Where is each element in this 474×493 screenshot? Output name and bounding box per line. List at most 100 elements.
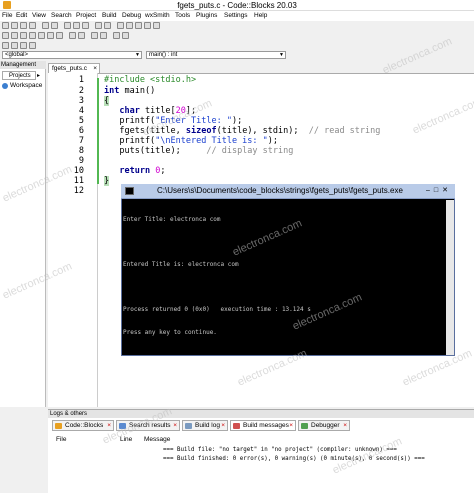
tab-build-messages[interactable]: Build messages × bbox=[230, 420, 296, 431]
line-number: 6 bbox=[78, 126, 84, 136]
window-title: fgets_puts.c - Code::Blocks 20.03 bbox=[177, 1, 297, 10]
close-icon[interactable]: × bbox=[173, 421, 177, 431]
save-icon[interactable] bbox=[20, 22, 27, 29]
tab-build-log[interactable]: Build log × bbox=[182, 420, 228, 431]
find-icon[interactable] bbox=[95, 22, 102, 29]
step-into-icon[interactable] bbox=[29, 32, 36, 39]
build-message[interactable]: === Build finished: 0 error(s), 0 warnin… bbox=[163, 456, 425, 462]
toolbar-debug bbox=[0, 31, 474, 40]
debugger-icon bbox=[301, 423, 308, 429]
change-bar bbox=[97, 78, 99, 184]
jump-back-icon[interactable] bbox=[20, 42, 27, 49]
console-line: Process returned 0 (0x0) execution time … bbox=[123, 306, 311, 313]
workspace-item[interactable]: Workspace bbox=[10, 82, 42, 89]
next-bookmark-icon[interactable] bbox=[11, 42, 18, 49]
menu-debug[interactable]: Debug bbox=[122, 11, 141, 21]
logs-header: Logs & others bbox=[48, 410, 474, 418]
line-number: 5 bbox=[78, 116, 84, 126]
close-icon[interactable]: × bbox=[93, 64, 97, 73]
workspace-icon bbox=[2, 83, 8, 89]
new-file-icon[interactable] bbox=[2, 22, 9, 29]
prev-bookmark-icon[interactable] bbox=[2, 42, 9, 49]
close-icon[interactable]: ✕ bbox=[442, 187, 452, 194]
minimize-icon[interactable]: – bbox=[426, 187, 434, 194]
match-brace-icon[interactable] bbox=[100, 32, 107, 39]
open-file-icon[interactable] bbox=[11, 22, 18, 29]
tab-projects[interactable]: Projects bbox=[2, 71, 36, 80]
replace-icon[interactable] bbox=[104, 22, 111, 29]
various-info-icon[interactable] bbox=[78, 32, 85, 39]
build-run-icon[interactable] bbox=[135, 22, 142, 29]
menu-plugins[interactable]: Plugins bbox=[196, 11, 217, 21]
codeblocks-icon bbox=[55, 423, 62, 429]
menu-project[interactable]: Project bbox=[76, 11, 96, 21]
build-log-icon bbox=[185, 423, 192, 429]
line-number: 12 bbox=[73, 186, 84, 196]
column-message[interactable]: Message bbox=[144, 436, 170, 443]
menu-build[interactable]: Build bbox=[102, 11, 116, 21]
stop-debugger-icon[interactable] bbox=[56, 32, 63, 39]
window-controls[interactable]: –□✕ bbox=[426, 186, 452, 194]
console-title: C:\Users\s\Documents\code_blocks\strings… bbox=[157, 186, 403, 195]
build-icon[interactable] bbox=[117, 22, 124, 29]
debug-icon[interactable] bbox=[2, 32, 9, 39]
close-icon[interactable]: × bbox=[107, 421, 111, 431]
bookmark-icon[interactable] bbox=[91, 32, 98, 39]
debug-windows-icon[interactable] bbox=[69, 32, 76, 39]
column-file[interactable]: File bbox=[56, 436, 66, 443]
menu-search[interactable]: Search bbox=[51, 11, 72, 21]
code-line-10: return 0; bbox=[119, 166, 166, 176]
menu-tools[interactable]: Tools bbox=[175, 11, 190, 21]
paste-icon[interactable] bbox=[82, 22, 89, 29]
step-out-icon[interactable] bbox=[38, 32, 45, 39]
line-number: 7 bbox=[78, 136, 84, 146]
line-number: 1 bbox=[78, 75, 84, 85]
close-icon[interactable]: × bbox=[343, 421, 347, 431]
next-instruction-icon[interactable] bbox=[47, 32, 54, 39]
function-combo-value: main() : int bbox=[149, 52, 178, 58]
function-combo[interactable]: main() : int ▼ bbox=[146, 51, 286, 59]
menu-file[interactable]: File bbox=[2, 11, 12, 21]
scope-combo[interactable]: <global> ▼ bbox=[2, 51, 142, 59]
logs-panel: Logs & others Code::Blocks × Search resul… bbox=[48, 409, 474, 493]
abort-icon[interactable] bbox=[153, 22, 160, 29]
tab-debugger[interactable]: Debugger × bbox=[298, 420, 350, 431]
save-all-icon[interactable] bbox=[29, 22, 36, 29]
line-number: 8 bbox=[78, 146, 84, 156]
jump-forward-icon[interactable] bbox=[29, 42, 36, 49]
console-line: Press any key to continue. bbox=[123, 328, 217, 336]
maximize-icon[interactable]: □ bbox=[434, 187, 442, 194]
editor-tab-label: fgets_puts.c bbox=[52, 65, 88, 72]
rebuild-icon[interactable] bbox=[144, 22, 151, 29]
close-icon[interactable]: × bbox=[289, 421, 293, 431]
cut-icon[interactable] bbox=[64, 22, 71, 29]
close-icon[interactable]: × bbox=[221, 421, 225, 431]
console-scrollbar[interactable] bbox=[446, 200, 454, 355]
code-line-2: int main() bbox=[104, 86, 156, 96]
uncomment-icon[interactable] bbox=[122, 32, 129, 39]
menu-view[interactable]: View bbox=[32, 11, 46, 21]
menu-settings[interactable]: Settings bbox=[224, 11, 248, 21]
tab-label: Build messages bbox=[243, 422, 289, 429]
management-panel: Management Projects ▸ Workspace bbox=[0, 61, 46, 407]
run-to-cursor-icon[interactable] bbox=[11, 32, 18, 39]
menu-bar: File Edit View Search Project Build Debu… bbox=[0, 11, 474, 21]
comment-icon[interactable] bbox=[113, 32, 120, 39]
redo-icon[interactable] bbox=[51, 22, 58, 29]
chevron-right-icon[interactable]: ▸ bbox=[37, 72, 40, 79]
run-icon[interactable] bbox=[126, 22, 133, 29]
code-line-1: #include <stdio.h> bbox=[104, 75, 197, 85]
menu-wxsmith[interactable]: wxSmith bbox=[145, 11, 170, 21]
undo-icon[interactable] bbox=[42, 22, 49, 29]
menu-help[interactable]: Help bbox=[254, 11, 267, 21]
console-title-bar[interactable]: C:\Users\s\Documents\code_blocks\strings… bbox=[121, 184, 455, 199]
editor-tab-fgets-puts[interactable]: fgets_puts.c × bbox=[48, 63, 100, 73]
tab-codeblocks[interactable]: Code::Blocks × bbox=[52, 420, 114, 431]
management-header: Management bbox=[0, 61, 46, 69]
console-app-icon bbox=[125, 187, 134, 195]
line-number: 2 bbox=[78, 86, 84, 96]
copy-icon[interactable] bbox=[73, 22, 80, 29]
chevron-down-icon: ▼ bbox=[279, 52, 284, 58]
menu-edit[interactable]: Edit bbox=[16, 11, 27, 21]
next-line-icon[interactable] bbox=[20, 32, 27, 39]
